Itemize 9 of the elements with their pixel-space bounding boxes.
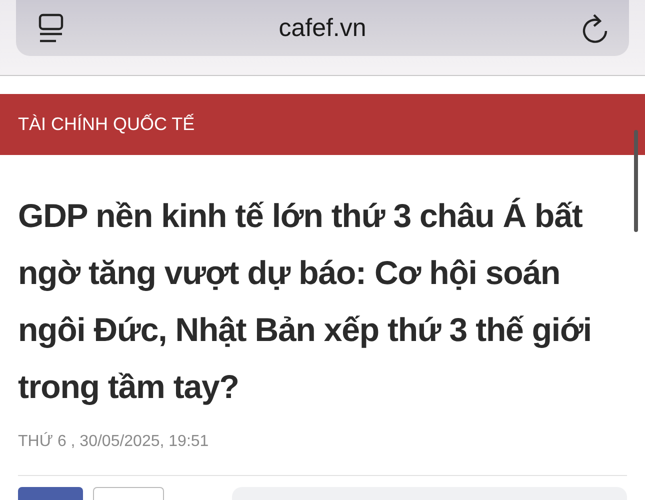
article-title: GDP nền kinh tế lớn thứ 3 châu Á bất ngờ tăng vượt dự báo: Cơ hội soán ngôi Đức, Nhật Bản xếp thứ 3 thế giới trong tầm tay? [18,196,592,407]
reader-icon[interactable] [38,13,64,43]
scrollbar[interactable] [634,130,638,232]
reload-icon[interactable] [581,12,609,44]
article-date: THỨ 6 , 30/05/2025, 19:51 [18,433,210,451]
category-label[interactable]: TÀI CHÍNH QUỐC TẾ [18,114,195,135]
category-banner[interactable]: TÀI CHÍNH QUỐC TẾ [0,94,645,155]
url-text: cafef.vn [278,14,366,42]
address-bar[interactable]: cafef.vn [16,0,629,56]
